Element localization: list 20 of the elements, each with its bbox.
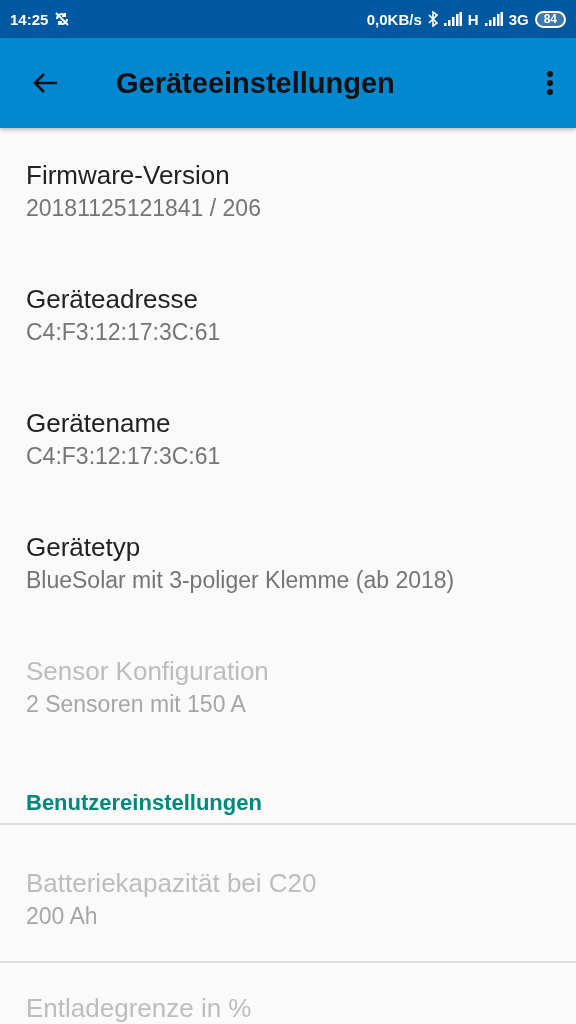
preference-item[interactable]: Gerätename C4:F3:12:17:3C:61 bbox=[0, 376, 576, 500]
screen-title: Geräteeinstellungen bbox=[116, 66, 396, 100]
section-header: Benutzereinstellungen bbox=[25, 789, 263, 817]
signal-icon bbox=[484, 12, 503, 26]
network-type: 3G bbox=[508, 10, 529, 28]
clock: 14:25 bbox=[10, 10, 49, 28]
sync-off-icon bbox=[54, 11, 71, 27]
battery-indicator: 84 bbox=[534, 10, 566, 28]
preference-item[interactable]: Gerätetyp BlueSolar mit 3-poliger Klemme (ab 2018) bbox=[0, 500, 576, 624]
preference-item[interactable]: Geräteadresse C4:F3:12:17:3C:61 bbox=[0, 252, 576, 376]
bluetooth-icon bbox=[427, 11, 438, 27]
preference-item[interactable]: Firmware-Version 20181125121841 / 206 bbox=[0, 128, 576, 252]
data-rate: 0,0KB/s bbox=[366, 10, 422, 28]
network-type: H bbox=[467, 10, 479, 28]
preference-item: Sensor Konfiguration 2 Sensoren mit 150 A bbox=[25, 655, 270, 719]
preference-item: Entladegrenze in % bbox=[0, 961, 576, 1024]
signal-icon bbox=[443, 12, 462, 26]
back-icon[interactable] bbox=[32, 72, 58, 94]
more-icon[interactable] bbox=[546, 70, 554, 96]
preference-item: Batteriekapazität bei C20 200 Ah bbox=[0, 823, 576, 961]
